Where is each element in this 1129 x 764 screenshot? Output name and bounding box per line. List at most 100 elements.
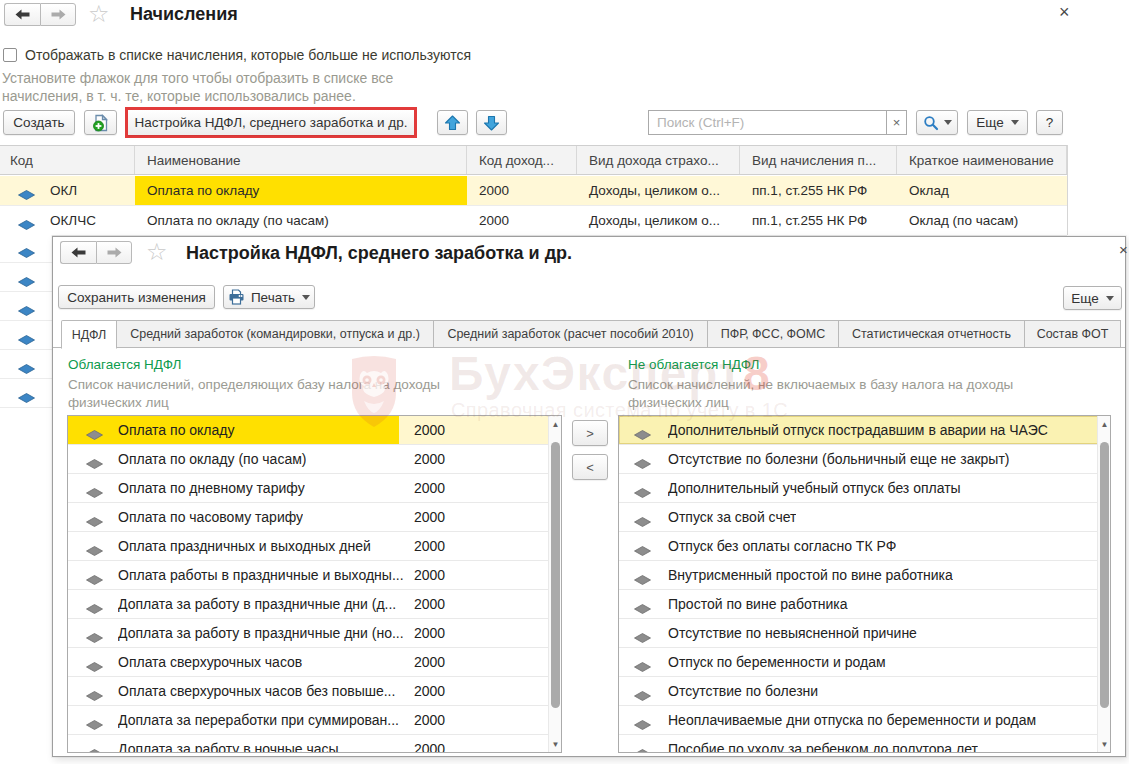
list-item[interactable]: Доплата за работу в праздничные дни (д..…	[68, 590, 561, 619]
list-item[interactable]: Оплата по часовому тарифу2000	[68, 503, 561, 532]
print-button[interactable]: Печать	[223, 285, 315, 309]
down-arrow-icon	[483, 115, 500, 131]
move-up-button[interactable]	[437, 110, 468, 135]
table-row-partial[interactable]	[0, 263, 52, 292]
dialog-favorite-star-icon[interactable]: ☆	[146, 240, 168, 264]
tab-1[interactable]: Средний заработок (командировки, отпуска…	[117, 320, 434, 348]
table-cell[interactable]: Доходы, целиком о...	[577, 176, 740, 205]
left-desc-line1: Список начислений, определяющих базу нал…	[68, 377, 440, 392]
list-item[interactable]: Доплата за работу в ночные часы2000	[68, 735, 561, 753]
back-button[interactable]	[4, 3, 40, 26]
table-cell[interactable]: ОКЛЧС	[38, 206, 135, 235]
item-diamond-icon	[18, 393, 35, 403]
table-cell[interactable]: 2000	[467, 176, 577, 205]
list-item-name: Внутрисменный простой по вине работника	[668, 561, 953, 589]
list-item[interactable]: Оплата по окладу2000	[68, 416, 561, 445]
table-row[interactable]: ОКЛЧСОплата по окладу (по часам)2000Дохо…	[0, 206, 1067, 236]
table-row-partial[interactable]	[0, 379, 52, 408]
column-header[interactable]: Вид дохода страхо...	[577, 146, 740, 174]
left-scrollbar-thumb[interactable]	[551, 442, 560, 708]
create-group-button[interactable]	[84, 110, 117, 135]
list-item[interactable]: Отсутствие по болезни (больничный еще не…	[619, 445, 1110, 474]
table-cell[interactable]: пп.1, ст.255 НК РФ	[740, 176, 897, 205]
table-row-partial[interactable]	[0, 292, 52, 321]
list-more-button[interactable]: Еще	[967, 110, 1028, 135]
table-cell[interactable]: пп.1, ст.255 НК РФ	[740, 206, 897, 235]
favorite-star-icon[interactable]: ☆	[88, 2, 110, 26]
dialog-more-button[interactable]: Еще	[1063, 286, 1122, 310]
scroll-up-icon[interactable]: ▲	[549, 417, 562, 431]
list-item[interactable]: Оплата сверхурочных часов без повыше...2…	[68, 677, 561, 706]
scroll-down-icon[interactable]: ▼	[549, 737, 562, 751]
move-to-left-button[interactable]: <	[572, 454, 608, 480]
list-item[interactable]: Отсутствие по болезни	[619, 677, 1110, 706]
list-item[interactable]: Оплата работы в праздничные и выходны...…	[68, 561, 561, 590]
dialog-forward-button[interactable]	[96, 241, 132, 264]
ndfl-settings-button[interactable]: Настройка НДФЛ, среднего заработка и др.	[128, 110, 414, 135]
search-options-button[interactable]	[916, 110, 958, 135]
move-down-button[interactable]	[476, 110, 507, 135]
tab-5[interactable]: Состав ФОТ	[1025, 320, 1121, 348]
list-item-name: Оплата по окладу (по часам)	[118, 445, 306, 473]
search-clear-button[interactable]: ×	[886, 110, 907, 135]
move-to-right-button[interactable]: >	[572, 420, 608, 446]
window-close-button[interactable]: ×	[1059, 3, 1070, 21]
table-row-partial[interactable]	[0, 234, 52, 263]
list-item[interactable]: Отпуск за свой счет	[619, 503, 1110, 532]
right-scrollbar-thumb[interactable]	[1100, 442, 1109, 708]
list-item[interactable]: Неоплачиваемые дни отпуска по беременнос…	[619, 706, 1110, 735]
forward-button[interactable]	[40, 3, 76, 26]
tab-ndfl[interactable]: НДФЛ	[61, 320, 117, 349]
scroll-down-icon[interactable]: ▼	[1098, 737, 1111, 751]
dialog-close-button[interactable]: ×	[1119, 242, 1128, 257]
column-header[interactable]: Код	[0, 146, 135, 174]
list-item[interactable]: Отпуск по беременности и родам	[619, 648, 1110, 677]
table-row[interactable]: ОКЛОплата по окладу2000Доходы, целиком о…	[0, 176, 1067, 206]
list-item[interactable]: Оплата праздничных и выходных дней2000	[68, 532, 561, 561]
save-changes-button[interactable]: Сохранить изменения	[58, 285, 215, 309]
table-cell[interactable]: Оплата по окладу	[135, 176, 467, 205]
item-diamond-icon	[86, 720, 103, 730]
column-header[interactable]: Краткое наименование	[897, 146, 1067, 174]
column-header[interactable]: Код доход...	[467, 146, 577, 174]
list-item[interactable]: Оплата по окладу (по часам)2000	[68, 445, 561, 474]
left-desc-line2: физических лиц	[68, 395, 169, 410]
list-item[interactable]: Простой по вине работника	[619, 590, 1110, 619]
table-cell[interactable]: Доходы, целиком о...	[577, 206, 740, 235]
list-item[interactable]: Дополнительный учебный отпуск без оплаты	[619, 474, 1110, 503]
list-item[interactable]: Отпуск без оплаты согласно ТК РФ	[619, 532, 1110, 561]
list-item[interactable]: Оплата сверхурочных часов2000	[68, 648, 561, 677]
search-input[interactable]	[648, 110, 886, 135]
list-item[interactable]: Доплата за работу в праздничные дни (но.…	[68, 619, 561, 648]
tab-3[interactable]: ПФР, ФСС, ФОМС	[708, 320, 839, 348]
list-item[interactable]: Внутрисменный простой по вине работника	[619, 561, 1110, 590]
help-button[interactable]: ?	[1036, 110, 1063, 135]
table-row-partial[interactable]	[0, 321, 52, 350]
column-header[interactable]: Вид начисления п...	[740, 146, 897, 174]
dialog-back-button[interactable]	[60, 241, 96, 264]
show-unused-checkbox[interactable]	[3, 48, 17, 62]
dropdown-caret-icon	[302, 295, 310, 300]
right-list-scrollbar[interactable]: ▲ ▼	[1097, 416, 1110, 752]
list-item[interactable]: Дополнительный отпуск пострадавшим в ава…	[619, 416, 1110, 445]
table-cell[interactable]: Оклад (по часам)	[897, 206, 1067, 235]
table-cell[interactable]: 2000	[467, 206, 577, 235]
tab-4[interactable]: Статистическая отчетность	[839, 320, 1025, 348]
tab-2[interactable]: Средний заработок (расчет пособий 2010)	[434, 320, 708, 348]
item-diamond-icon	[634, 430, 651, 440]
create-button[interactable]: Создать	[3, 110, 75, 135]
table-cell[interactable]: Оклад	[897, 176, 1067, 205]
item-diamond-icon	[634, 604, 651, 614]
left-list-scrollbar[interactable]: ▲ ▼	[548, 416, 561, 752]
list-item[interactable]: Доплата за переработки при суммирован...…	[68, 706, 561, 735]
table-cell[interactable]: Оплата по окладу (по часам)	[135, 206, 467, 235]
left-panel-title: Облагается НДФЛ	[68, 357, 181, 372]
table-cell[interactable]: ОКЛ	[38, 176, 135, 205]
column-header[interactable]: Наименование	[135, 146, 467, 174]
table-row-partial[interactable]	[0, 350, 52, 379]
scroll-up-icon[interactable]: ▲	[1098, 417, 1111, 431]
list-item[interactable]: Пособие по уходу за ребенком до полутора…	[619, 735, 1110, 753]
list-item[interactable]: Отсутствие по невыясненной причине	[619, 619, 1110, 648]
item-diamond-icon	[634, 488, 651, 498]
list-item[interactable]: Оплата по дневному тарифу2000	[68, 474, 561, 503]
